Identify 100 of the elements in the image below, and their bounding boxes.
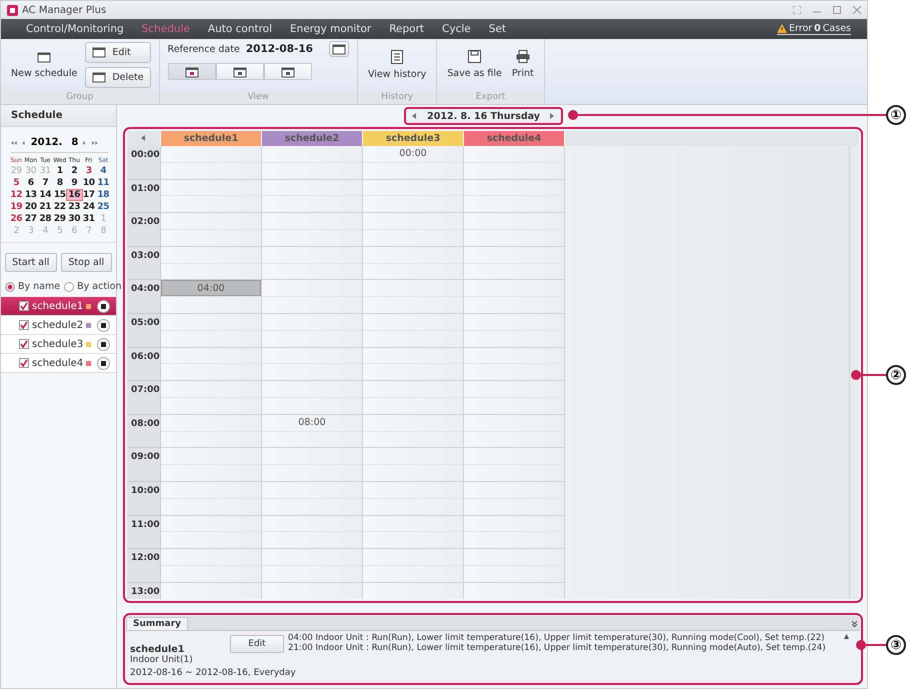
calendar-day[interactable]: 17 bbox=[82, 190, 96, 200]
view-mode-tab[interactable] bbox=[264, 63, 312, 80]
calendar-day[interactable]: 18 bbox=[96, 190, 110, 200]
collapse-icon[interactable] bbox=[141, 135, 146, 141]
event-time[interactable]: 08:00 bbox=[262, 414, 362, 431]
calendar-day[interactable]: 23 bbox=[67, 202, 82, 212]
calendar-day[interactable]: 26 bbox=[9, 214, 24, 224]
calendar-day[interactable]: 20 bbox=[24, 202, 38, 212]
start-all-button[interactable]: Start all bbox=[5, 253, 56, 272]
calendar-day[interactable]: 13 bbox=[24, 190, 38, 200]
calendar-day[interactable]: 29 bbox=[52, 214, 67, 224]
menu-tab[interactable]: Control/Monitoring bbox=[17, 23, 133, 35]
calendar-day[interactable]: 24 bbox=[82, 202, 96, 212]
reference-date-label: Reference date bbox=[168, 44, 240, 54]
event-time[interactable]: 00:00 bbox=[363, 146, 463, 162]
scroll-up-icon[interactable] bbox=[844, 633, 849, 639]
view-history-button[interactable]: View history bbox=[366, 48, 428, 82]
previous-month-icon[interactable] bbox=[22, 140, 26, 146]
delete-button[interactable]: Delete bbox=[85, 66, 151, 88]
calendar-day[interactable]: 15 bbox=[52, 190, 67, 200]
calendar-day[interactable]: 25 bbox=[96, 202, 110, 212]
sort-radio[interactable]: By name bbox=[5, 281, 60, 292]
action-line: 21:00 Indoor Unit : Run(Run), Lower limit temperature(16), Upper limit temperature(30), Running mode(Auto), Set temp.(24) bbox=[288, 643, 827, 653]
reference-date-value: 2012-08-16 bbox=[246, 43, 313, 55]
calendar-day[interactable]: 21 bbox=[38, 202, 52, 212]
sort-radio[interactable]: By action bbox=[64, 281, 122, 292]
menu-tab[interactable]: Cycle bbox=[433, 23, 480, 35]
menu-tab[interactable]: Set bbox=[480, 23, 515, 35]
unit-count: Indoor Unit(1) bbox=[130, 655, 194, 668]
schedule-item[interactable]: schedule1 bbox=[1, 297, 116, 316]
column-header: schedule1 bbox=[161, 131, 262, 146]
view-mode-tab[interactable] bbox=[216, 63, 264, 80]
view-mode-tab[interactable] bbox=[168, 63, 216, 80]
calendar-day[interactable]: 5 bbox=[9, 178, 24, 188]
menu-tab[interactable]: Energy monitor bbox=[281, 23, 380, 35]
schedule-item[interactable]: schedule3 bbox=[1, 335, 116, 354]
event-block[interactable]: 04:00 bbox=[161, 280, 261, 296]
calendar-day[interactable]: 11 bbox=[96, 178, 110, 188]
edit-button[interactable]: Edit bbox=[230, 635, 284, 654]
menu-tab[interactable]: Auto control bbox=[198, 23, 282, 35]
calendar-icon bbox=[92, 46, 106, 58]
calendar-day[interactable]: 10 bbox=[82, 178, 96, 188]
callout-number: ① bbox=[886, 105, 906, 125]
time-label: 05:00 bbox=[127, 314, 160, 348]
calendar-day[interactable]: 1 bbox=[52, 166, 67, 176]
calendar-day[interactable]: 28 bbox=[38, 214, 52, 224]
time-label: 10:00 bbox=[127, 482, 160, 516]
calendar-day[interactable]: 9 bbox=[67, 178, 82, 188]
error-link[interactable]: Error 0 Cases bbox=[777, 23, 851, 35]
save-button[interactable]: Save as file bbox=[445, 48, 504, 81]
time-label: 08:00 bbox=[127, 414, 160, 448]
time-label: 04:00 bbox=[127, 280, 160, 314]
calendar-day[interactable]: 6 bbox=[24, 178, 38, 188]
schedule-name: schedule1 bbox=[130, 644, 184, 656]
stop-button[interactable] bbox=[97, 300, 110, 312]
stop-icon bbox=[101, 322, 106, 328]
next-day-icon[interactable] bbox=[550, 113, 555, 119]
new-schedule-button[interactable]: New schedule bbox=[9, 48, 80, 80]
schedule-item[interactable]: schedule2 bbox=[1, 316, 116, 335]
previous-year-icon[interactable] bbox=[11, 140, 18, 146]
action-line: 04:00 Indoor Unit : Run(Run), Lower limit temperature(16), Upper limit temperature(30), Running mode(Cool), Set temp.(22) bbox=[288, 633, 826, 643]
calendar-icon bbox=[280, 66, 295, 78]
stop-all-button[interactable]: Stop all bbox=[60, 253, 112, 272]
calendar-day[interactable]: 2 bbox=[67, 166, 82, 176]
calendar-day[interactable]: 8 bbox=[52, 178, 67, 188]
calendar-day[interactable]: 16 bbox=[67, 190, 82, 200]
calendar-day[interactable]: 4 bbox=[96, 166, 110, 176]
calendar-day[interactable]: 7 bbox=[38, 178, 52, 188]
calendar-month: 8 bbox=[71, 137, 78, 148]
collapse-icon[interactable] bbox=[852, 621, 857, 627]
schedule-item[interactable]: schedule4 bbox=[1, 354, 116, 373]
time-label: 11:00 bbox=[127, 516, 160, 550]
calendar-day[interactable]: 19 bbox=[9, 202, 24, 212]
stop-button[interactable] bbox=[97, 318, 110, 332]
warning-icon bbox=[777, 24, 788, 33]
checkbox[interactable] bbox=[19, 301, 29, 311]
checkbox[interactable] bbox=[19, 358, 29, 368]
date-picker-button[interactable] bbox=[329, 41, 349, 57]
next-year-icon[interactable] bbox=[92, 140, 98, 146]
calendar-day[interactable]: 3 bbox=[82, 166, 96, 176]
calendar-day[interactable]: 30 bbox=[67, 214, 82, 224]
menu-tab[interactable]: Report bbox=[380, 23, 434, 35]
summary-tab[interactable]: Summary bbox=[126, 617, 188, 630]
previous-day-icon[interactable] bbox=[412, 113, 418, 119]
calendar-day[interactable]: 27 bbox=[24, 214, 38, 224]
checkbox[interactable] bbox=[19, 339, 29, 349]
print-button[interactable]: Print bbox=[510, 48, 536, 81]
stop-button[interactable] bbox=[97, 356, 110, 370]
save-icon bbox=[468, 50, 482, 63]
scrollbar[interactable] bbox=[849, 146, 859, 599]
next-month-icon[interactable] bbox=[83, 140, 87, 146]
stop-button[interactable] bbox=[97, 338, 110, 350]
calendar-day[interactable]: 31 bbox=[82, 214, 96, 224]
checkbox[interactable] bbox=[19, 320, 29, 330]
edit-button[interactable]: Edit bbox=[85, 42, 151, 62]
calendar-day[interactable]: 12 bbox=[9, 190, 24, 200]
calendar-day[interactable]: 14 bbox=[38, 190, 52, 200]
calendar-day[interactable]: 22 bbox=[52, 202, 67, 212]
stop-icon bbox=[101, 360, 106, 366]
stop-icon bbox=[101, 342, 106, 346]
